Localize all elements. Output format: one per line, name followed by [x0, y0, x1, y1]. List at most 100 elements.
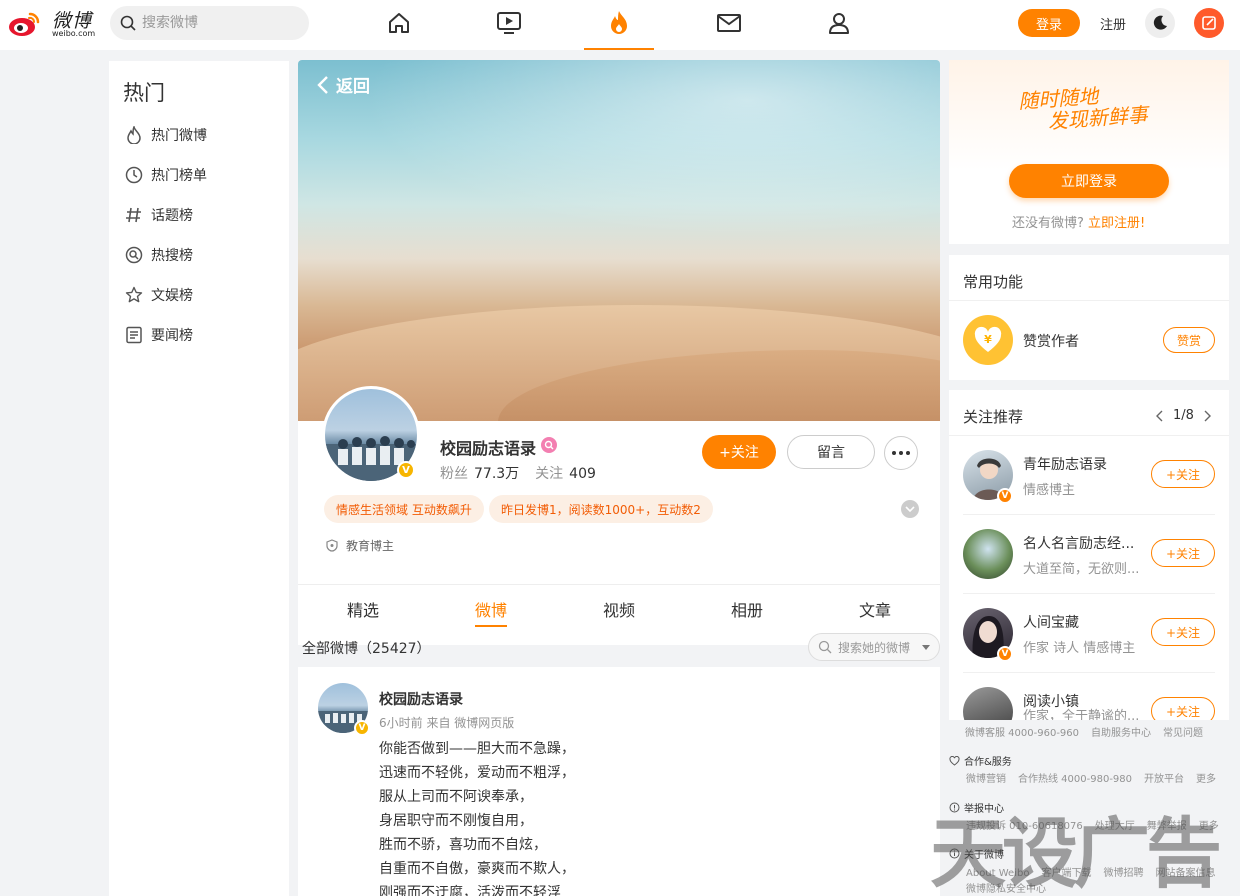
footer-link[interactable]: 合作热线 4000-980-980 [1018, 774, 1132, 785]
recommend-follow-button[interactable]: +关注 [1151, 539, 1215, 567]
fans-count[interactable]: 77.3万 [474, 466, 519, 482]
footer-link[interactable]: 微博营销 [966, 774, 1006, 785]
footer-link[interactable]: 自助服务中心 [1091, 728, 1151, 739]
footer-link[interactable]: 更多 [1196, 774, 1216, 785]
hot-fire-icon [611, 11, 627, 34]
hashtag-icon [123, 204, 145, 226]
login-card: 随时随地 发现新鲜事 立即登录 还没有微博? 立即注册! [949, 60, 1229, 244]
slogan: 随时随地 发现新鲜事 [1018, 82, 1149, 135]
follow-count[interactable]: 409 [569, 466, 596, 482]
profile-stats: 粉丝 77.3万 关注 409 [440, 463, 612, 483]
recommend-desc: 情感博主 [1023, 483, 1076, 498]
tab-weibo[interactable]: 微博 [475, 597, 507, 621]
footer-link[interactable]: 开放平台 [1144, 774, 1184, 785]
functions-title: 常用功能 [963, 273, 1024, 291]
caret-down-icon [922, 644, 931, 650]
left-nav-item-hot-search[interactable]: 热搜榜 [123, 242, 193, 268]
recommend-name[interactable]: 人间宝藏 [1023, 612, 1149, 632]
login-button[interactable]: 登录 [1018, 9, 1080, 37]
footer-link[interactable]: 常见问题 [1163, 728, 1203, 739]
follow-button[interactable]: +关注 [702, 435, 776, 469]
reward-button[interactable]: 赞赏 [1163, 327, 1215, 353]
recommend-name[interactable]: 青年励志语录 [1023, 454, 1149, 474]
svg-text:¥: ¥ [984, 333, 992, 346]
chevron-left-icon[interactable] [1155, 410, 1163, 422]
verified-badge: V [997, 646, 1013, 662]
search-input[interactable] [142, 12, 297, 34]
recommend-follow-button[interactable]: +关注 [1151, 697, 1215, 720]
recommend-name[interactable]: 名人名言励志经... [1023, 533, 1149, 553]
news-icon [123, 324, 145, 346]
recommend-item: V 人间宝藏 作家 诗人 情感博主 +关注 [949, 594, 1229, 672]
nav-video[interactable] [492, 8, 526, 38]
recommend-item: 阅读小镇 作家，全于静谧的... +关注 [949, 673, 1229, 720]
recommend-item: 名人名言励志经... 大道至简，无欲则... +关注 [949, 515, 1229, 593]
profile-tag: 昨日发博1，阅读数1000+，互动数2 [489, 495, 713, 523]
tab-articles[interactable]: 文章 [859, 597, 891, 621]
login-now-button[interactable]: 立即登录 [1009, 164, 1169, 198]
left-nav-label: 热搜榜 [151, 248, 193, 264]
chevron-right-icon[interactable] [1204, 410, 1212, 422]
tab-album[interactable]: 相册 [731, 597, 763, 621]
footer-link[interactable]: 微博客服 4000-960-960 [965, 728, 1079, 739]
compose-button[interactable] [1194, 8, 1224, 38]
verified-badge: V [997, 488, 1013, 504]
left-nav-item-news[interactable]: 要闻榜 [123, 322, 193, 348]
profile-cover-image: 返回 [298, 60, 940, 421]
tab-video[interactable]: 视频 [603, 597, 635, 621]
register-now-link[interactable]: 立即注册! [1088, 216, 1145, 231]
left-nav-label: 要闻榜 [151, 328, 193, 344]
profile-tabs: 精选 微博 视频 相册 文章 [298, 584, 940, 627]
moon-icon [1153, 15, 1167, 30]
left-nav-item-hot-list[interactable]: 热门榜单 [123, 162, 207, 188]
nav-hot[interactable] [602, 8, 636, 38]
weibo-count-label: 全部微博（25427） [302, 641, 431, 657]
page-indicator: 1/8 [1173, 408, 1194, 423]
left-nav-item-entertainment[interactable]: 文娱榜 [123, 282, 193, 308]
feed-search-box[interactable]: 搜索她的微博 [808, 633, 940, 661]
register-link[interactable]: 注册 [1100, 14, 1126, 33]
left-nav-item-topics[interactable]: 话题榜 [123, 202, 193, 228]
post-meta: 6小时前 来自 微博网页版 [379, 716, 515, 730]
profile-name: 校园励志语录 [440, 439, 537, 458]
search-box[interactable] [110, 6, 309, 40]
recommend-desc: 作家，全于静谧的... [1023, 709, 1140, 720]
nav-active-indicator [584, 48, 654, 50]
tab-featured[interactable]: 精选 [347, 597, 379, 621]
heart-icon [949, 755, 960, 766]
back-label: 返回 [336, 77, 370, 97]
chevron-down-icon [905, 506, 915, 512]
expand-toggle[interactable] [901, 500, 919, 518]
profile-category: 教育博主 [326, 537, 394, 554]
shield-icon [326, 539, 338, 552]
recommend-item: V 青年励志语录 情感博主 +关注 [949, 436, 1229, 514]
recommend-desc: 大道至简，无欲则... [1023, 562, 1140, 577]
recommend-follow-button[interactable]: +关注 [1151, 618, 1215, 646]
message-button[interactable]: 留言 [787, 435, 875, 469]
search-icon [120, 15, 136, 31]
top-bar: 微博 weibo.com 登录 注册 [0, 0, 1240, 50]
star-icon [123, 284, 145, 306]
nav-home[interactable] [382, 8, 416, 38]
post-author[interactable]: 校园励志语录 [379, 689, 463, 709]
left-nav-label: 热门榜单 [151, 168, 207, 184]
more-options-button[interactable] [884, 436, 918, 470]
nav-message[interactable] [712, 8, 746, 38]
recommend-avatar[interactable] [963, 687, 1013, 720]
post-content: 你能否做到——胆大而不急躁， 迅速而不轻佻，爱动而不粗浮， 服从上司而不阿谀奉承… [379, 737, 575, 896]
reward-heart-icon: ¥ [963, 315, 1013, 365]
recommend-follow-button[interactable]: +关注 [1151, 460, 1215, 488]
nav-profile[interactable] [822, 8, 856, 38]
left-nav-item-hot-weibo[interactable]: 热门微博 [123, 122, 207, 148]
membership-badge-icon [541, 437, 557, 453]
recommend-title: 关注推荐 [963, 408, 1024, 426]
user-icon [829, 13, 849, 34]
fire-icon [123, 124, 145, 146]
back-button[interactable]: 返回 [316, 72, 370, 97]
post-line: 你能否做到——胆大而不急躁， [379, 741, 575, 757]
weibo-post: V 校园励志语录 6小时前 来自 微博网页版 你能否做到——胆大而不急躁， 迅速… [298, 667, 940, 896]
post-line: 迅速而不轻佻，爱动而不粗浮， [379, 765, 575, 781]
recommend-avatar[interactable] [963, 529, 1013, 579]
weibo-logo[interactable]: 微博 weibo.com [8, 6, 100, 40]
dark-mode-toggle[interactable] [1145, 8, 1175, 38]
